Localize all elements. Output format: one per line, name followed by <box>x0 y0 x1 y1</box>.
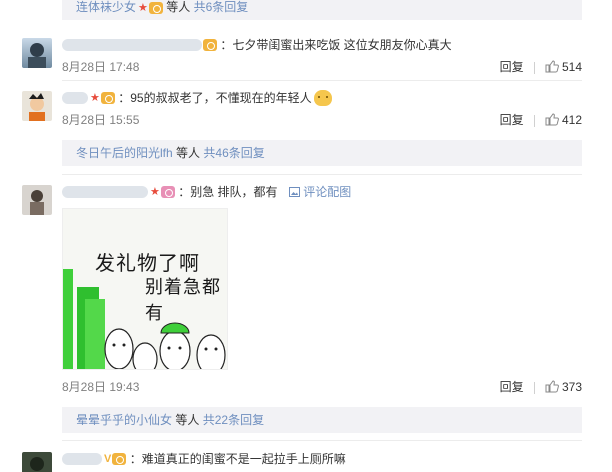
comment-meme-image[interactable]: 发礼物了啊 别着急都有 <box>62 208 228 370</box>
thumbs-up-icon[interactable] <box>545 113 559 129</box>
divider <box>62 440 582 441</box>
avatar-image <box>28 43 46 68</box>
comment-time: 8月28日 19:43 <box>62 380 140 394</box>
reply-button[interactable]: 回复 <box>500 60 524 74</box>
comment-text: ：七夕带闺蜜出来吃饭 这位女朋友你心真大 <box>220 37 452 52</box>
image-icon <box>288 186 300 197</box>
action-divider <box>533 381 535 394</box>
vip-badge-icon <box>203 38 217 51</box>
comment-picture-label[interactable]: 评论配图 <box>303 185 351 199</box>
reply-summary-bar[interactable]: 连体袜少女 ★ 等人 共6条回复 <box>62 0 582 20</box>
like-count: 412 <box>561 113 582 127</box>
reply-user-name[interactable]: 冬日午后的阳光lfh <box>76 146 173 160</box>
vip-badge-icon <box>112 452 127 465</box>
avatar[interactable] <box>22 38 52 68</box>
comment-text: ：难道真正的闺蜜不是一起拉手上厕所嘛 <box>129 451 346 466</box>
comment-text: ：95的叔叔老了，不懂现在的年轻人 <box>118 90 312 105</box>
reply-suffix: 等人 <box>176 146 201 160</box>
star-badge-icon: ★ <box>138 1 148 14</box>
thumbs-up-icon[interactable] <box>545 60 559 76</box>
comment-item: V ：难道真正的闺蜜不是一起拉手上厕所嘛 <box>0 450 612 472</box>
action-divider <box>533 61 535 74</box>
reply-suffix: 等人 <box>166 0 191 14</box>
reply-summary-bar[interactable]: 晕晕乎乎的小仙女 等人 共22条回复 <box>62 407 582 433</box>
like-count: 373 <box>561 380 582 394</box>
like-count: 514 <box>561 60 582 74</box>
vip-badge-icon <box>148 1 163 14</box>
vip-badge-icon <box>100 91 115 104</box>
divider <box>62 174 582 175</box>
comment-picture-link[interactable]: 评论配图 <box>288 185 351 199</box>
avatar-image <box>30 457 44 471</box>
comment-time: 8月28日 15:55 <box>62 113 140 127</box>
vip-v-badge-icon: V <box>104 452 112 465</box>
star-badge-icon: ★ <box>90 91 100 104</box>
reply-count-link[interactable]: 共6条回复 <box>194 0 249 14</box>
star-badge-icon: ★ <box>150 185 160 198</box>
avatar[interactable] <box>22 452 52 472</box>
avatar[interactable] <box>22 185 52 215</box>
reply-count-link[interactable]: 共46条回复 <box>203 146 264 160</box>
action-divider <box>533 114 535 127</box>
reply-button[interactable]: 回复 <box>500 113 524 127</box>
comment-item: ★ ：95的叔叔老了，不懂现在的年轻人 8月28日 15:55 回复 412 <box>0 89 612 133</box>
meme-caption-line1: 发礼物了啊 <box>95 253 200 275</box>
divider <box>62 80 582 81</box>
thumbs-up-icon[interactable] <box>545 380 559 396</box>
vip-badge-icon <box>160 185 175 198</box>
user-name[interactable] <box>62 38 202 51</box>
user-name[interactable] <box>62 452 102 465</box>
user-name[interactable] <box>62 91 88 104</box>
reply-button[interactable]: 回复 <box>500 380 524 394</box>
reply-user-name[interactable]: 晕晕乎乎的小仙女 <box>76 413 172 427</box>
avatar-image <box>29 93 45 121</box>
reply-suffix: 等人 <box>175 413 200 427</box>
meme-caption-line2: 别着急都有 <box>145 277 221 323</box>
smiling-face-emoji-icon <box>313 89 332 106</box>
comment-time: 8月28日 17:48 <box>62 60 140 74</box>
reply-user-name[interactable]: 连体袜少女 <box>76 0 136 14</box>
user-name[interactable] <box>62 185 148 198</box>
reply-summary-bar[interactable]: 冬日午后的阳光lfh 等人 共46条回复 <box>62 140 582 166</box>
comment-text: ：别急 排队，都有 <box>178 184 278 199</box>
reply-count-link[interactable]: 共22条回复 <box>203 413 264 427</box>
avatar[interactable] <box>22 91 52 121</box>
avatar-image <box>30 190 44 215</box>
comment-item: ：七夕带闺蜜出来吃饭 这位女朋友你心真大 8月28日 17:48 回复 514 <box>0 36 612 80</box>
